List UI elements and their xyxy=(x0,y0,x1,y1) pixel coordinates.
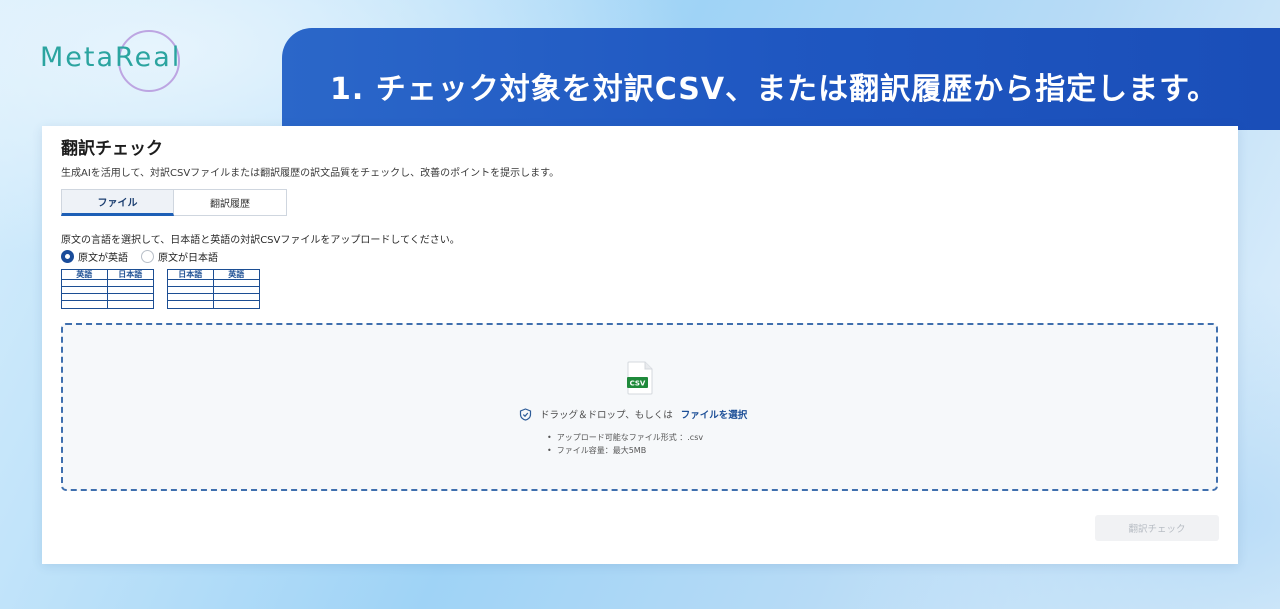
shield-check-icon xyxy=(519,407,532,421)
page-title: 翻訳チェック xyxy=(61,139,163,159)
table-cell xyxy=(108,301,154,308)
table-cell xyxy=(107,287,153,294)
select-file-link[interactable]: ファイルを選択 xyxy=(681,407,748,421)
upload-constraints: アップロード可能なファイル形式 ：.csv ファイル容量：最大5MB xyxy=(547,431,703,457)
logo: MetaReal xyxy=(40,30,210,92)
table-cell xyxy=(168,294,214,301)
radio-source-english[interactable]: 原文が英語 xyxy=(61,249,128,264)
tab-file[interactable]: ファイル xyxy=(61,189,174,216)
column-header: 英語 xyxy=(62,270,108,280)
table-cell xyxy=(168,280,214,287)
column-header: 日本語 xyxy=(168,270,214,280)
table-cell xyxy=(62,287,108,294)
source-language-radios: 原文が英語 原文が日本語 xyxy=(61,249,218,264)
tab-history[interactable]: 翻訳履歴 xyxy=(174,189,287,216)
table-cell xyxy=(107,294,153,301)
radio-source-japanese[interactable]: 原文が日本語 xyxy=(141,249,218,264)
table-cell xyxy=(213,280,259,287)
translation-check-panel: 翻訳チェック 生成AIを活用して、対訳CSVファイルまたは翻訳履歴の訳文品質をチ… xyxy=(42,126,1238,564)
column-header: 日本語 xyxy=(107,270,153,280)
dropzone-prompt: ドラッグ＆ドロップ、もしくは ファイルを選択 xyxy=(519,407,747,421)
tab-bar: ファイル 翻訳履歴 xyxy=(61,189,287,216)
table-cell xyxy=(214,301,260,308)
radio-label: 原文が日本語 xyxy=(158,253,218,264)
banner-title: 1. チェック対象を対訳CSV、または翻訳履歴から指定します。 xyxy=(330,72,1219,107)
translation-check-button[interactable]: 翻訳チェック xyxy=(1095,515,1219,541)
csv-file-icon: CSV xyxy=(627,361,653,395)
table-cell xyxy=(62,280,108,287)
table-cell xyxy=(168,287,214,294)
page-description: 生成AIを活用して、対訳CSVファイルまたは翻訳履歴の訳文品質をチェックし、改善… xyxy=(61,168,560,179)
header-banner: 1. チェック対象を対訳CSV、または翻訳履歴から指定します。 xyxy=(282,28,1280,130)
table-cell xyxy=(213,294,259,301)
radio-checked-icon[interactable] xyxy=(61,250,74,263)
radio-label: 原文が英語 xyxy=(78,253,128,264)
file-dropzone[interactable]: CSV ドラッグ＆ドロップ、もしくは ファイルを選択 アップロード可能なファイル… xyxy=(61,323,1218,491)
constraint-file-size: ファイル容量：最大5MB xyxy=(547,444,703,457)
dropzone-prompt-text: ドラッグ＆ドロップ、もしくは xyxy=(540,410,673,421)
logo-text: MetaReal xyxy=(40,42,182,73)
table-cell xyxy=(107,280,153,287)
constraint-file-format: アップロード可能なファイル形式 ：.csv xyxy=(547,431,703,444)
upload-instruction: 原文の言語を選択して、日本語と英語の対訳CSVファイルをアップロードしてください… xyxy=(61,235,460,246)
table-cell xyxy=(213,287,259,294)
table-cell xyxy=(168,301,214,308)
csv-badge-text: CSV xyxy=(630,380,646,388)
format-example-japanese-source: 日本語 英語 xyxy=(167,269,260,309)
table-cell xyxy=(62,294,108,301)
csv-format-examples: 英語 日本語 日本語 英語 xyxy=(61,269,260,309)
radio-unchecked-icon[interactable] xyxy=(141,250,154,263)
column-header: 英語 xyxy=(213,270,259,280)
format-example-english-source: 英語 日本語 xyxy=(61,269,154,309)
table-cell xyxy=(62,301,108,308)
